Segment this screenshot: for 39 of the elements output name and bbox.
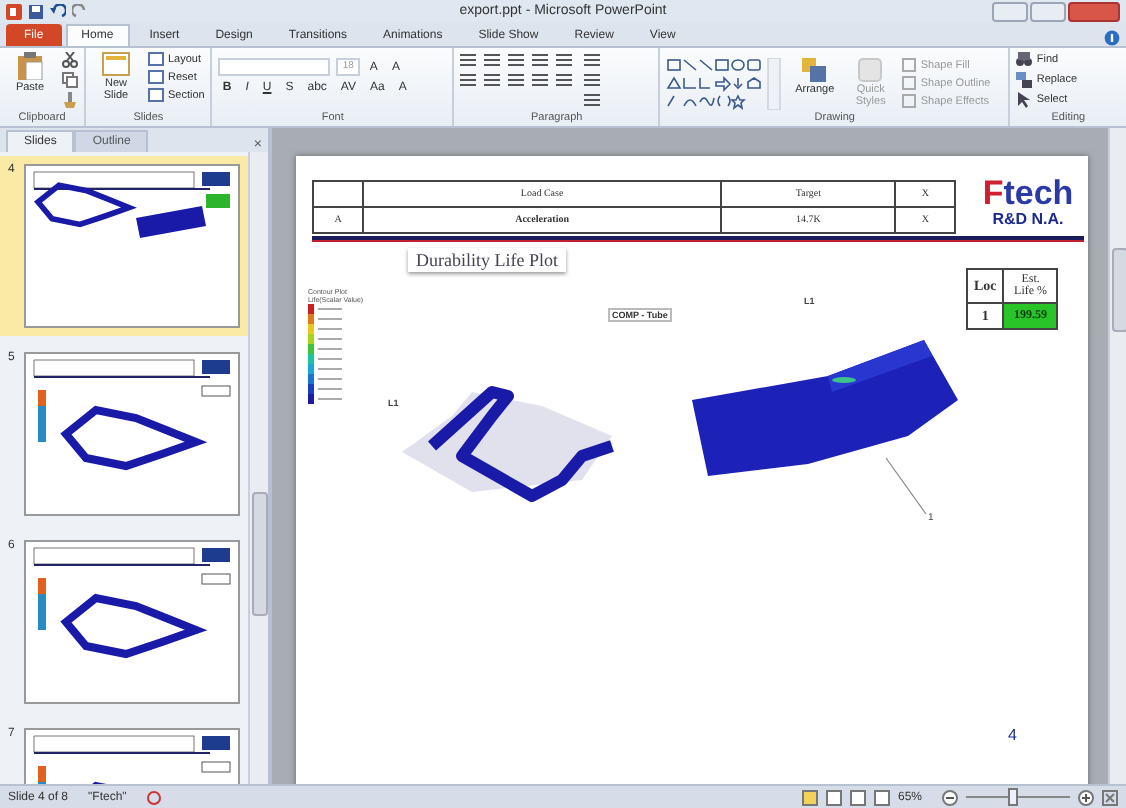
align-icon[interactable]	[532, 72, 549, 88]
cut-icon[interactable]	[62, 52, 78, 68]
plot-title: Durability Life Plot	[408, 248, 566, 272]
logo-wordmark: Ftech	[980, 176, 1076, 210]
slide-icon	[102, 52, 130, 76]
brush-icon[interactable]	[62, 92, 78, 108]
close-button[interactable]	[1068, 1, 1120, 21]
reading-view-icon[interactable]	[849, 789, 866, 805]
replace-icon	[1016, 72, 1033, 88]
app-icon[interactable]	[6, 3, 22, 19]
slideshow-icon[interactable]	[873, 789, 890, 805]
redo-icon[interactable]	[72, 3, 88, 19]
normal-view-icon[interactable]	[801, 789, 818, 805]
copy-icon[interactable]	[62, 72, 78, 88]
fit-window-icon[interactable]	[1102, 789, 1118, 805]
logo-subtitle: R&D N.A.	[990, 210, 1066, 228]
zoom-out-icon[interactable]	[942, 789, 958, 805]
align-icon[interactable]	[484, 72, 501, 88]
scrollbar[interactable]	[248, 152, 268, 784]
sorter-view-icon[interactable]	[825, 789, 842, 805]
leader-line	[884, 456, 928, 516]
align-icon[interactable]	[508, 72, 525, 88]
zoom-in-icon[interactable]	[1078, 789, 1094, 805]
help-icon[interactable]	[1104, 30, 1120, 46]
table-cell	[313, 181, 363, 207]
binoculars-icon	[1016, 52, 1033, 68]
scrollbar[interactable]	[1108, 128, 1126, 784]
undo-icon[interactable]	[50, 3, 66, 19]
color-scale-drawing	[308, 304, 344, 404]
page-number: 4	[1008, 726, 1017, 744]
styles-icon	[858, 58, 883, 82]
clipboard-icon	[16, 52, 44, 80]
arrange-icon	[802, 58, 827, 82]
spellcheck-icon[interactable]	[146, 789, 163, 805]
align-icon[interactable]	[460, 72, 477, 88]
cursor-icon	[1016, 92, 1033, 108]
save-icon[interactable]	[28, 3, 44, 19]
shapes-gallery-icon	[666, 58, 783, 110]
font-name-field[interactable]	[218, 58, 331, 76]
